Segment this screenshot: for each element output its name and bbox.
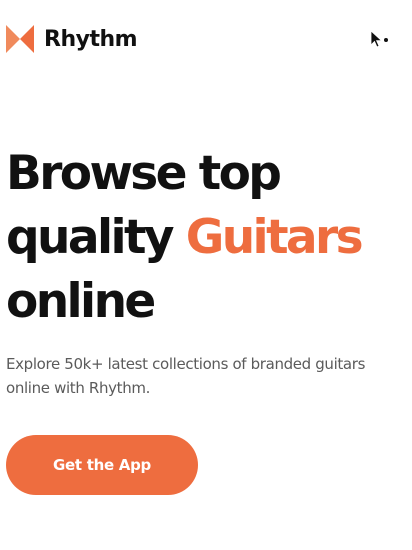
site-header: Rhythm (0, 0, 412, 80)
hero-title-quality: quality (6, 210, 186, 265)
brand-name: Rhythm (44, 26, 138, 52)
hero-title-line-1: Browse top (6, 146, 282, 201)
hero-title: Browse top quality Guitars online (6, 142, 410, 334)
hero-title-line-2: quality Guitars (6, 206, 410, 270)
menu-toggle-button[interactable] (368, 28, 396, 52)
hero-section: Browse top quality Guitars online (6, 142, 410, 334)
get-the-app-button[interactable]: Get the App (6, 435, 198, 495)
bowtie-logo-icon (6, 25, 34, 53)
hero-title-accent: Guitars (185, 210, 364, 265)
hero-subtitle: Explore 50k+ latest collections of brand… (6, 355, 366, 397)
brand-logo-link[interactable]: Rhythm (6, 25, 138, 53)
menu-toggle-icon (370, 30, 388, 48)
hero-title-line-3: online (6, 274, 156, 329)
